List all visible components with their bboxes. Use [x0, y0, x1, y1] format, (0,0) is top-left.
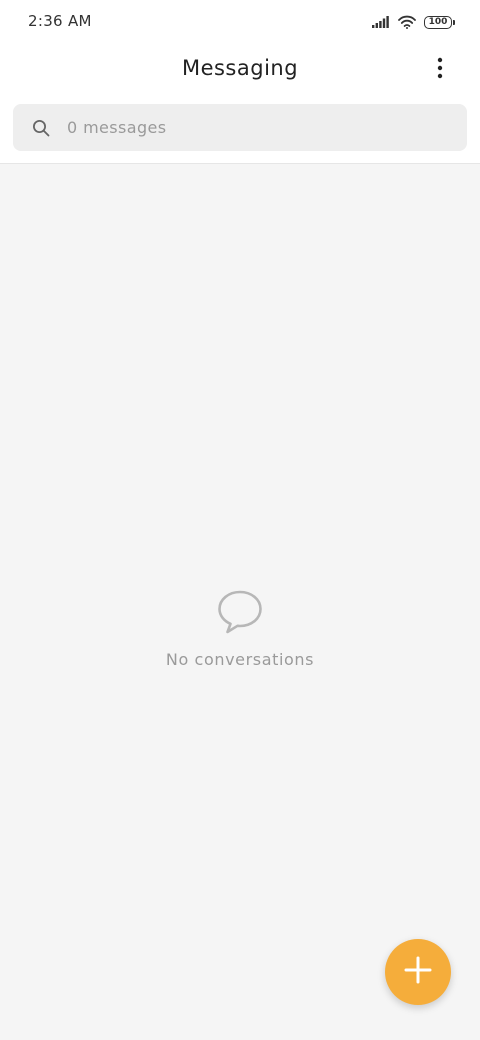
empty-state-text: No conversations — [165, 650, 315, 669]
more-options-button[interactable] — [424, 54, 456, 86]
page-title: Messaging — [181, 56, 299, 80]
search-input[interactable] — [67, 118, 407, 137]
signal-icon — [372, 16, 390, 28]
new-conversation-button[interactable] — [385, 939, 451, 1005]
search-bar[interactable] — [13, 104, 467, 151]
battery-tip — [453, 19, 455, 25]
status-icons: 100 — [372, 12, 455, 32]
search-section — [0, 96, 480, 164]
conversation-list: No conversations — [0, 164, 480, 1040]
app-header: Messaging — [0, 44, 480, 96]
wifi-icon — [398, 15, 416, 29]
plus-icon — [404, 956, 432, 988]
battery-icon: 100 — [424, 15, 455, 29]
status-bar: 2:36 AM 100 — [0, 0, 480, 44]
empty-state: No conversations — [0, 588, 480, 669]
status-time: 2:36 AM — [28, 12, 92, 30]
chat-bubble-icon — [216, 588, 264, 636]
search-icon — [31, 118, 51, 138]
battery-level: 100 — [428, 16, 448, 27]
more-vertical-icon — [437, 57, 443, 83]
